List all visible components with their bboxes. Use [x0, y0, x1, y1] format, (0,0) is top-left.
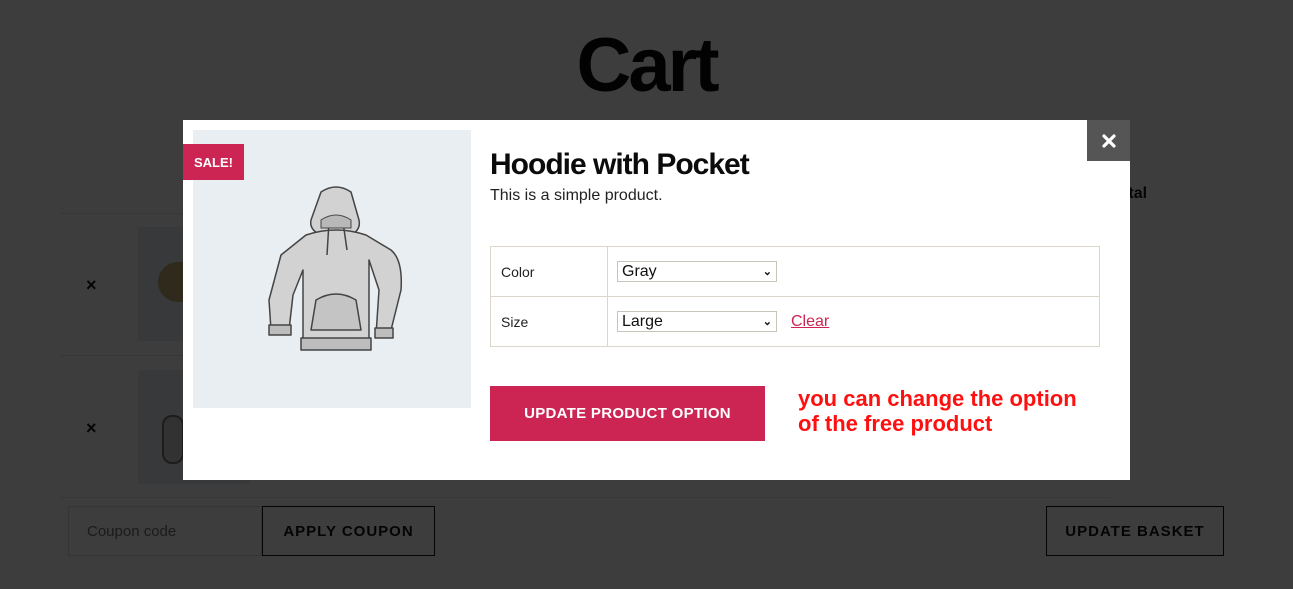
size-select-value: Large [622, 312, 663, 330]
product-title: Hoodie with Pocket [490, 148, 750, 181]
product-option-modal: SALE! Hoodie with Pocket This is a simpl… [183, 120, 1130, 480]
sale-badge: SALE! [183, 144, 244, 180]
variation-label: Color [490, 246, 608, 297]
annotation-line: you can change the option [798, 386, 1077, 411]
product-description: This is a simple product. [490, 187, 663, 204]
close-icon [1101, 133, 1116, 148]
annotation-text: you can change the option of the free pr… [798, 386, 1077, 436]
color-select[interactable]: Gray ⌄ [617, 261, 777, 282]
variation-row-color: Color Gray ⌄ [490, 246, 1100, 297]
clear-selection-link[interactable]: Clear [791, 313, 829, 331]
annotation-line: of the free product [798, 411, 993, 436]
size-select[interactable]: Large ⌄ [617, 311, 777, 332]
hoodie-image [268, 186, 403, 351]
close-button[interactable] [1087, 120, 1130, 161]
update-product-option-button[interactable]: UPDATE PRODUCT OPTION [490, 386, 765, 441]
variation-label: Size [490, 296, 608, 347]
chevron-down-icon: ⌄ [762, 316, 772, 328]
variations-table: Color Gray ⌄ Size Large ⌄ Clear [490, 246, 1100, 347]
chevron-down-icon: ⌄ [762, 266, 772, 278]
variation-row-size: Size Large ⌄ Clear [490, 296, 1100, 347]
color-select-value: Gray [622, 262, 657, 280]
